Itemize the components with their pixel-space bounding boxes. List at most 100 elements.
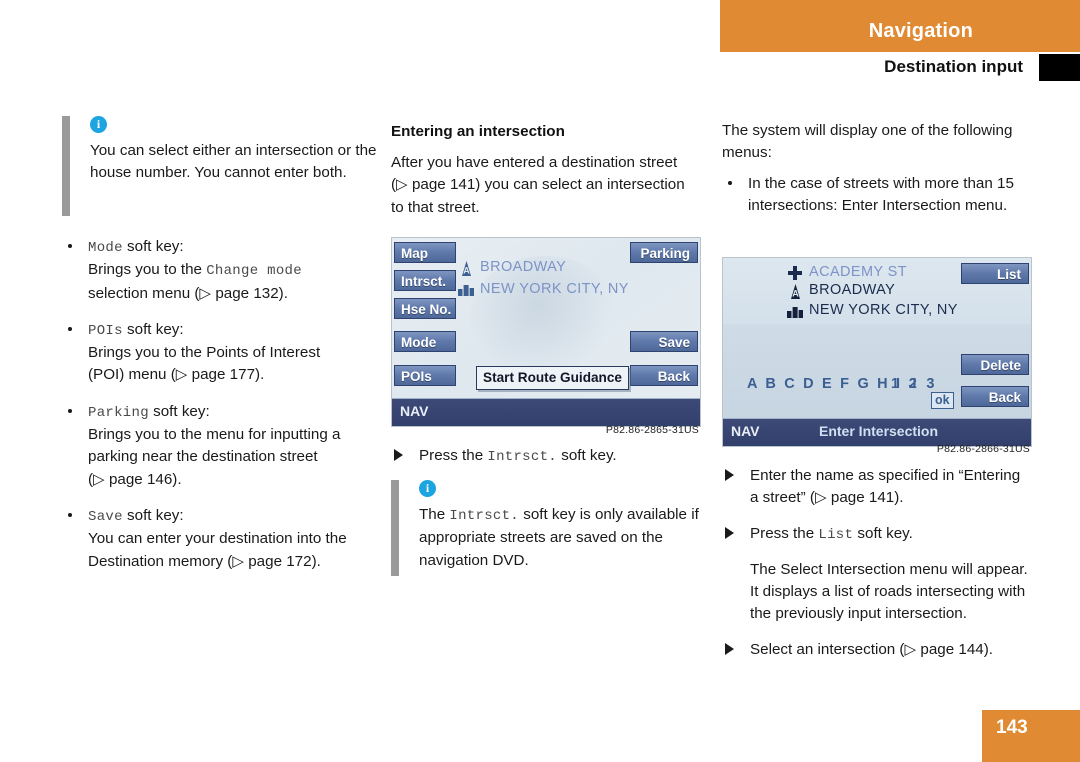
- step-3-text: Select an intersection (▷ page 144).: [750, 640, 994, 658]
- step-post: soft key.: [557, 447, 617, 464]
- bullet-dot: [68, 512, 72, 517]
- softkey-suffix: soft key:: [122, 506, 184, 524]
- note-accent-bar: [62, 116, 70, 216]
- list-item: Parking soft key: Brings you to the menu…: [62, 401, 367, 491]
- figure-caption: P82.86-2866-31US: [936, 443, 1030, 455]
- softkey-delete[interactable]: Delete: [961, 354, 1029, 375]
- step-item: Press the List soft key.: [722, 523, 1029, 546]
- note-softkey-intrsct: Intrsct.: [449, 508, 520, 524]
- left-note-text: You can select either an intersection or…: [90, 142, 377, 182]
- kb-numrow-1[interactable]: 1 2 3: [891, 374, 937, 394]
- page-number: 143: [996, 717, 1028, 738]
- bullet-2-line2: parking near the destination street: [88, 448, 318, 466]
- softkey-suffix: soft key:: [122, 320, 184, 338]
- header-black-marker: [1039, 54, 1080, 81]
- step-1-pre: Press the: [750, 524, 819, 542]
- screen-city-name: NEW YORK CITY, NY: [480, 281, 629, 297]
- list-item: Mode soft key: Brings you to the Change …: [62, 236, 367, 305]
- header-band-title: Navigation: [868, 20, 973, 42]
- screen-intersection-name: ACADEMY ST: [809, 264, 908, 280]
- bullet-3-line2: Destination memory (▷ page 172).: [88, 552, 321, 570]
- step-arrow-icon: [725, 469, 734, 481]
- note-pre: The: [419, 506, 450, 523]
- bullet-0-line1-key: Change mode: [206, 263, 302, 280]
- bullet-3-line1: You can enter your destination into the: [88, 530, 347, 548]
- bullet-2-line1: Brings you to the menu for inputting a: [88, 426, 341, 444]
- nav-screenshot-destination: Map Intrsct. Hse No. Mode POIs Parking S…: [391, 237, 701, 427]
- page-title: Entering an intersection: [391, 123, 565, 140]
- header-section-title: Destination input: [884, 57, 1023, 76]
- keyboard-ok-button[interactable]: ok: [931, 392, 954, 409]
- right-intro-text: The system will display one of the follo…: [722, 122, 1013, 162]
- softkey-suffix: soft key:: [122, 238, 184, 255]
- softkey-parking[interactable]: Parking: [630, 242, 698, 263]
- middle-intro-text: After you have entered a destination str…: [391, 154, 685, 216]
- step-arrow-icon: [725, 526, 734, 539]
- screen-status-bar: NAV: [392, 398, 700, 426]
- bullet-1-line1: Brings you to the Points of Interest: [88, 344, 321, 362]
- bullet-dot: [728, 181, 732, 185]
- screen-city-name: NEW YORK CITY, NY: [809, 302, 958, 318]
- bullet-dot: [68, 244, 72, 248]
- bullet-0-line1-pre: Brings you to the: [88, 261, 207, 279]
- nav-mode-label: NAV: [731, 423, 760, 439]
- softkey-list[interactable]: List: [961, 263, 1029, 284]
- bullet-0-line2: selection menu (▷ page 132).: [88, 284, 288, 302]
- softkey-intrsct[interactable]: Intrsct.: [394, 270, 456, 291]
- softkey-name-list: List: [818, 526, 854, 543]
- softkey-name-parking: Parking: [88, 404, 149, 421]
- left-note-box: i You can select either an intersection …: [62, 116, 390, 216]
- nav-screenshot-enter-intersection: ACADEMY ST A BROADWAY NEW YORK CITY, NY …: [722, 257, 1032, 447]
- softkey-pois[interactable]: POIs: [394, 365, 456, 386]
- nav-mode-label: NAV: [400, 403, 429, 419]
- step-item: Select an intersection (▷ page 144).: [722, 639, 1029, 661]
- step-0-text: Enter the name as specified in “Entering…: [750, 467, 1021, 507]
- bullet-dot: [68, 408, 72, 413]
- note-accent-bar: [391, 480, 399, 576]
- screen-street-name: BROADWAY: [480, 259, 567, 275]
- info-icon: i: [90, 116, 107, 133]
- figure-caption: P82.86-2865-31US: [605, 424, 699, 436]
- step-item: Press the Intrsct. soft key.: [391, 445, 724, 468]
- softkey-name-intrsct: Intrsct.: [487, 449, 557, 465]
- intersection-icon: [788, 266, 802, 280]
- screen-status-bar: NAV Enter Intersection: [723, 418, 1031, 446]
- bullet-dot: [68, 326, 72, 331]
- svg-text:A: A: [463, 266, 470, 276]
- step-item: Enter the name as specified in “Entering…: [722, 465, 1029, 510]
- step-2-text: The Select Intersection menu will appear…: [750, 560, 1028, 623]
- list-item: Save soft key: You can enter your destin…: [62, 505, 367, 573]
- softkey-name-mode: Mode: [88, 240, 123, 256]
- list-item: In the case of streets with more than 15…: [722, 173, 1038, 218]
- right-bullet-text: In the case of streets with more than 15…: [748, 175, 1014, 215]
- softkey-save[interactable]: Save: [630, 331, 698, 352]
- middle-note-box: i The Intrsct. soft key is only availabl…: [391, 480, 719, 576]
- softkey-hse-no[interactable]: Hse No.: [394, 298, 456, 319]
- nav-screen-title: Enter Intersection: [819, 423, 939, 439]
- softkey-mode[interactable]: Mode: [394, 331, 456, 352]
- screen-street-name: BROADWAY: [809, 282, 896, 298]
- road-sign-a-icon: A: [460, 261, 473, 276]
- step-arrow-icon: [394, 449, 403, 461]
- right-step-list: Enter the name as specified in “Entering…: [722, 465, 1029, 674]
- svg-text:A: A: [792, 289, 799, 299]
- step-pre: Press the: [419, 447, 488, 464]
- road-sign-a-icon: A: [789, 284, 802, 299]
- softkey-name-save: Save: [88, 508, 123, 525]
- left-bullet-list: Mode soft key: Brings you to the Change …: [62, 236, 367, 587]
- step-1-post: soft key.: [853, 524, 913, 542]
- start-route-guidance-button[interactable]: Start Route Guidance: [476, 366, 629, 390]
- bullet-2-line3: (▷ page 146).: [88, 470, 182, 488]
- softkey-back[interactable]: Back: [630, 365, 698, 386]
- info-icon: i: [419, 480, 436, 497]
- list-item: POIs soft key: Brings you to the Points …: [62, 319, 367, 387]
- softkey-name-pois: POIs: [88, 322, 123, 339]
- city-buildings-icon: [787, 305, 803, 318]
- softkey-suffix: soft key:: [148, 402, 210, 420]
- softkey-back[interactable]: Back: [961, 386, 1029, 407]
- softkey-map[interactable]: Map: [394, 242, 456, 263]
- bullet-1-line2: (POI) menu (▷ page 177).: [88, 366, 265, 384]
- step-description: The Select Intersection menu will appear…: [722, 559, 1029, 626]
- city-buildings-icon: [458, 283, 474, 296]
- step-arrow-icon: [725, 642, 734, 655]
